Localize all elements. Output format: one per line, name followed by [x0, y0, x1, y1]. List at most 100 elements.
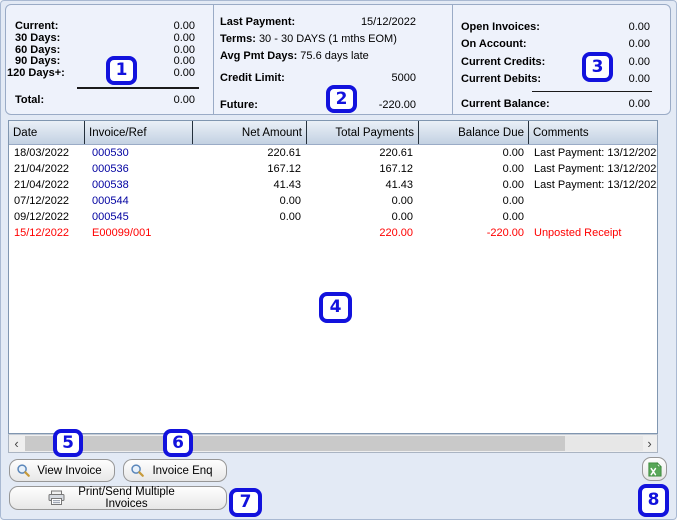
current-credits-value: 0.00	[629, 56, 650, 68]
table-row[interactable]: 21/04/2022 000536 167.12 167.12 0.00 Las…	[9, 161, 657, 177]
cell-comments	[529, 193, 657, 209]
avg-pmt-days-label: Avg Pmt Days:	[220, 50, 297, 62]
cell-balance-due: 0.00	[419, 193, 529, 209]
column-header-net-amount[interactable]: Net Amount	[193, 121, 307, 144]
cell-net-amount: 0.00	[193, 193, 307, 209]
annotation-marker-7: 7	[229, 488, 262, 517]
horizontal-scrollbar[interactable]: ‹ ›	[8, 434, 658, 453]
credit-limit-value: 5000	[392, 72, 416, 84]
cell-comments: Last Payment: 13/12/2022	[529, 161, 657, 177]
print-send-multiple-invoices-label: Print/Send Multiple Invoices	[65, 486, 188, 510]
view-invoice-button[interactable]: View Invoice	[9, 459, 115, 482]
column-header-comments[interactable]: Comments	[529, 121, 657, 144]
open-invoices-row: Open Invoices: 0.00	[461, 21, 650, 33]
cell-invoice-ref[interactable]: 000545	[85, 209, 193, 225]
cell-invoice-ref[interactable]: 000530	[85, 145, 193, 161]
print-send-multiple-invoices-button[interactable]: Print/Send Multiple Invoices	[9, 486, 227, 510]
cell-net-amount	[193, 225, 307, 241]
terms-label: Terms:	[220, 33, 256, 45]
invoice-enq-button[interactable]: Invoice Enq	[123, 459, 227, 482]
table-row[interactable]: 07/12/2022 000544 0.00 0.00 0.00	[9, 193, 657, 209]
export-to-excel-button[interactable]	[642, 457, 667, 481]
cell-date: 18/03/2022	[9, 145, 85, 161]
table-row-unposted[interactable]: 15/12/2022 E00099/001 220.00 -220.00 Unp…	[9, 225, 657, 241]
table-row[interactable]: 18/03/2022 000530 220.61 220.61 0.00 Las…	[9, 145, 657, 161]
future-row: Future: -220.00	[220, 99, 416, 111]
scroll-left-arrow-icon[interactable]: ‹	[9, 435, 24, 452]
scrollbar-track[interactable]	[565, 436, 643, 451]
avg-pmt-days-row: Avg Pmt Days: 75.6 days late	[220, 50, 369, 62]
cell-balance-due: 0.00	[419, 209, 529, 225]
aging-row-current: Current: 0.00	[15, 20, 195, 32]
printer-icon	[48, 490, 65, 506]
annotation-marker-6: 6	[163, 429, 193, 457]
cell-invoice-ref[interactable]: 000538	[85, 177, 193, 193]
on-account-value: 0.00	[629, 38, 650, 50]
column-header-total-payments[interactable]: Total Payments	[307, 121, 419, 144]
annotation-marker-3: 3	[582, 52, 613, 82]
cell-date: 21/04/2022	[9, 177, 85, 193]
avg-pmt-days-value: 75.6 days late	[300, 50, 369, 62]
aging-value: 0.00	[174, 55, 195, 67]
last-payment-value: 15/12/2022	[361, 16, 416, 28]
scroll-right-arrow-icon[interactable]: ›	[642, 435, 657, 452]
cell-comments: Unposted Receipt	[529, 225, 657, 241]
invoice-enq-label: Invoice Enq	[145, 465, 220, 477]
balance-total-rule	[532, 91, 652, 92]
magnifier-icon	[16, 463, 31, 478]
credit-limit-label: Credit Limit:	[220, 72, 285, 84]
open-invoices-label: Open Invoices:	[461, 21, 540, 33]
cell-comments	[529, 209, 657, 225]
cell-total-payments: 220.00	[307, 225, 419, 241]
cell-invoice-ref[interactable]: 000536	[85, 161, 193, 177]
cell-balance-due: 0.00	[419, 177, 529, 193]
terms-value: 30 - 30 DAYS (1 mths EOM)	[259, 33, 397, 45]
aging-label: 120 Days+:	[7, 67, 65, 79]
magnifier-icon	[130, 463, 145, 478]
cell-date: 07/12/2022	[9, 193, 85, 209]
aging-total-label: Total:	[15, 94, 44, 106]
section-divider	[213, 5, 214, 114]
scrollbar-thumb[interactable]	[25, 436, 565, 451]
customer-account-window: Current: 0.00 30 Days: 0.00 60 Days: 0.0…	[0, 0, 677, 520]
last-payment-label: Last Payment:	[220, 16, 295, 28]
cell-invoice-ref[interactable]: E00099/001	[85, 225, 193, 241]
excel-export-icon	[647, 462, 662, 477]
cell-invoice-ref[interactable]: 000544	[85, 193, 193, 209]
last-payment-row: Last Payment: 15/12/2022	[220, 16, 416, 28]
column-header-invoice-ref[interactable]: Invoice/Ref	[85, 121, 193, 144]
current-balance-row: Current Balance: 0.00	[461, 98, 650, 110]
cell-comments: Last Payment: 13/12/2022	[529, 177, 657, 193]
column-header-date[interactable]: Date	[9, 121, 85, 144]
cell-net-amount: 41.43	[193, 177, 307, 193]
aging-value: 0.00	[174, 67, 195, 79]
cell-net-amount: 167.12	[193, 161, 307, 177]
future-label: Future:	[220, 99, 258, 111]
cell-net-amount: 220.61	[193, 145, 307, 161]
invoice-table-header: Date Invoice/Ref Net Amount Total Paymen…	[9, 121, 657, 145]
cell-balance-due: -220.00	[419, 225, 529, 241]
annotation-marker-5: 5	[53, 429, 83, 457]
cell-comments: Last Payment: 13/12/2022	[529, 145, 657, 161]
aging-row-120-days-plus: 120 Days+: 0.00	[7, 67, 195, 79]
cell-date: 09/12/2022	[9, 209, 85, 225]
aging-total-row: Total: 0.00	[15, 94, 195, 106]
cell-total-payments: 41.43	[307, 177, 419, 193]
annotation-marker-4: 4	[319, 292, 352, 323]
cell-total-payments: 0.00	[307, 209, 419, 225]
aging-label: 90 Days:	[15, 55, 60, 67]
aging-label: Current:	[15, 20, 58, 32]
current-credits-label: Current Credits:	[461, 56, 545, 68]
current-debits-row: Current Debits: 0.00	[461, 73, 650, 85]
current-balance-label: Current Balance:	[461, 98, 550, 110]
section-divider	[452, 5, 453, 114]
on-account-label: On Account:	[461, 38, 527, 50]
terms-row: Terms: 30 - 30 DAYS (1 mths EOM)	[220, 33, 397, 45]
table-row[interactable]: 09/12/2022 000545 0.00 0.00 0.00	[9, 209, 657, 225]
cell-total-payments: 220.61	[307, 145, 419, 161]
view-invoice-label: View Invoice	[31, 465, 108, 477]
current-debits-label: Current Debits:	[461, 73, 541, 85]
table-row[interactable]: 21/04/2022 000538 41.43 41.43 0.00 Last …	[9, 177, 657, 193]
column-header-balance-due[interactable]: Balance Due	[419, 121, 529, 144]
aging-row-90-days: 90 Days: 0.00	[15, 55, 195, 67]
